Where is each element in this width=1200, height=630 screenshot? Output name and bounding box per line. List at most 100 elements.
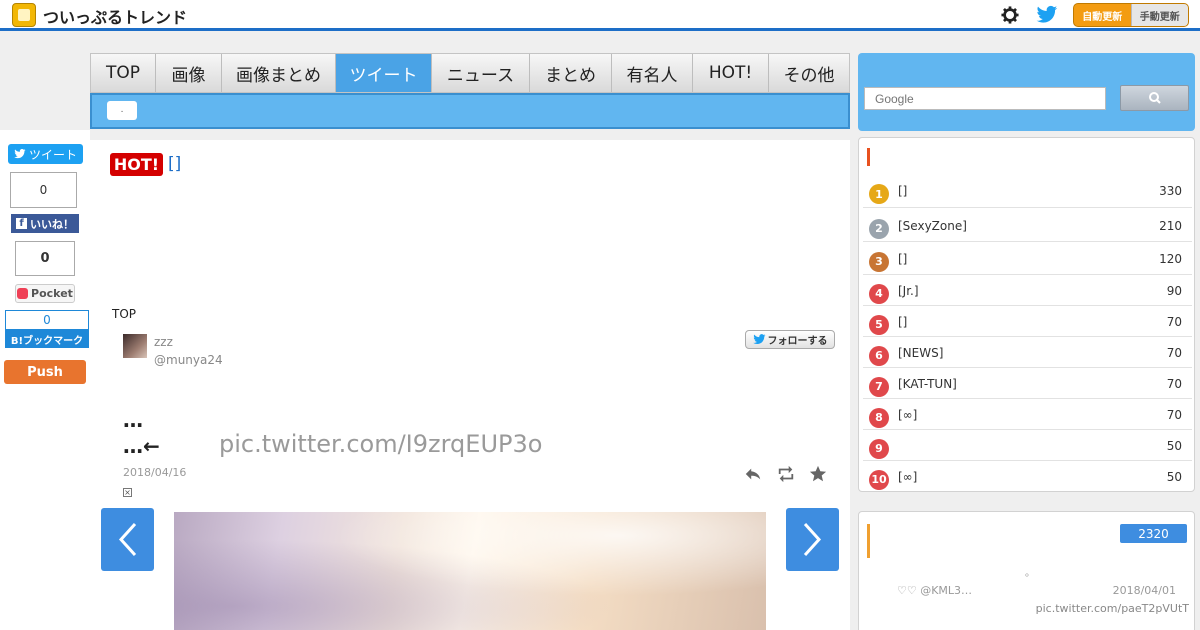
rank-medal-icon: 10 (869, 469, 889, 490)
hatena-bookmark-button[interactable]: B!ブックマーク (5, 330, 89, 348)
rank-medal-icon: 7 (869, 376, 889, 397)
sub-nav: . (90, 93, 850, 129)
ranking-row[interactable]: 7 [KAT-TUN] 70 (863, 368, 1192, 399)
count-badge[interactable]: 2320 (1120, 524, 1187, 543)
tweet-user-name[interactable]: zzz (154, 335, 173, 349)
rank-medal-icon: 2 (869, 218, 889, 239)
sub-nav-item[interactable]: . (107, 101, 137, 120)
rank-name[interactable]: [] (898, 252, 907, 266)
rank-count: 120 (1159, 251, 1182, 266)
top-bar: ついっぷるトレンド 自動更新 手動更新 (0, 0, 1200, 31)
twitter-bird-icon (14, 149, 26, 159)
favorite-star-icon[interactable] (809, 465, 827, 483)
search-panel (858, 53, 1195, 131)
reply-icon[interactable] (744, 465, 762, 483)
tweet-text-line: …← (123, 434, 160, 458)
hatena-count: 0 (5, 310, 89, 330)
ranking-row[interactable]: 1 [] 330 (863, 174, 1192, 208)
ranking-header-bar (867, 148, 870, 166)
auto-update-button[interactable]: 自動更新 (1074, 4, 1131, 26)
rank-medal-icon: 1 (869, 184, 889, 204)
ranking-row[interactable]: 5 [] 70 (863, 306, 1192, 337)
tab-other[interactable]: その他 (769, 54, 849, 92)
ranking-row[interactable]: 3 [] 120 (863, 242, 1192, 275)
tweet-share-label: ツイート (28, 147, 77, 162)
search-button[interactable] (1120, 85, 1189, 111)
ranking-row[interactable]: 9 50 (863, 430, 1192, 461)
pocket-button[interactable]: Pocket (15, 284, 75, 303)
breadcrumb[interactable]: TOP (112, 307, 136, 321)
manual-update-button[interactable]: 手動更新 (1130, 4, 1188, 26)
site-logo-icon[interactable] (12, 3, 36, 27)
chevron-left-icon (118, 522, 137, 557)
panel-user[interactable]: ♡♡ @KML3… (897, 584, 972, 597)
rank-name[interactable]: [∞] (898, 470, 917, 484)
rank-medal-icon: 3 (869, 251, 889, 272)
panel-text: 。 (1025, 568, 1035, 579)
follow-button[interactable]: フォローする (745, 330, 835, 349)
push-button[interactable]: Push (4, 360, 86, 384)
rank-name[interactable]: [SexyZone] (898, 219, 967, 233)
featured-tweet-panel: 2320 。 ♡♡ @KML3… 2018/04/01 pic.twitter.… (858, 511, 1195, 630)
tweet-count: 0 (10, 172, 77, 208)
tab-matome[interactable]: まとめ (530, 54, 612, 92)
tweet-photo[interactable] (174, 512, 766, 630)
ranking-row[interactable]: 2 [SexyZone] 210 (863, 209, 1192, 242)
rank-medal-icon: 4 (869, 283, 889, 304)
rank-medal-icon: 9 (869, 438, 889, 459)
tweet-text-line: … (123, 408, 143, 432)
tweet-date[interactable]: 2018/04/16 (123, 466, 186, 479)
facebook-like-button[interactable]: f いいね！ (11, 214, 79, 233)
tab-tweets[interactable]: ツイート (336, 54, 432, 92)
tab-images[interactable]: 画像 (156, 54, 222, 92)
ranking-row[interactable]: 10 [∞] 50 (863, 461, 1192, 492)
search-icon (1149, 92, 1161, 104)
tab-image-matome[interactable]: 画像まとめ (222, 54, 336, 92)
rank-count: 70 (1166, 376, 1182, 391)
rank-count: 70 (1166, 407, 1182, 422)
rank-medal-icon: 6 (869, 345, 889, 366)
next-arrow-button[interactable] (786, 508, 839, 571)
twitter-bird-icon (752, 334, 766, 344)
rank-name[interactable]: [] (898, 315, 907, 329)
rank-count: 70 (1166, 345, 1182, 360)
gear-icon[interactable] (1001, 6, 1019, 24)
rank-count: 70 (1166, 314, 1182, 329)
facebook-icon: f (16, 218, 27, 229)
tab-news[interactable]: ニュース (432, 54, 530, 92)
rank-name[interactable]: [KAT-TUN] (898, 377, 957, 391)
tweet-pic-link[interactable]: pic.twitter.com/I9zrqEUP3o (219, 430, 542, 458)
rank-name[interactable]: [∞] (898, 408, 917, 422)
article-title[interactable]: [] (168, 154, 181, 174)
rank-name[interactable]: [NEWS] (898, 346, 943, 360)
rank-medal-icon: 8 (869, 407, 889, 428)
pocket-icon (17, 288, 29, 299)
rank-count: 50 (1166, 469, 1182, 484)
ranking-row[interactable]: 6 [NEWS] 70 (863, 337, 1192, 368)
tab-hot[interactable]: HOT! (693, 54, 769, 92)
rank-count: 210 (1159, 218, 1182, 233)
search-input[interactable] (864, 87, 1106, 110)
site-title[interactable]: ついっぷるトレンド (43, 4, 187, 28)
ranking-row[interactable]: 8 [∞] 70 (863, 399, 1192, 430)
share-column: ツイート 0 f いいね！ 0 Pocket 0 B!ブックマーク Push (0, 130, 90, 630)
avatar[interactable] (123, 334, 147, 358)
ranking-row[interactable]: 4 [Jr.] 90 (863, 275, 1192, 306)
tweet-user-handle[interactable]: @munya24 (154, 353, 223, 367)
tab-top[interactable]: TOP (91, 54, 156, 92)
panel-date: 2018/04/01 (1112, 584, 1176, 597)
rank-name[interactable]: [Jr.] (898, 284, 919, 298)
retweet-icon[interactable] (777, 465, 795, 483)
facebook-like-label: いいね！ (30, 217, 74, 231)
rank-medal-icon: 5 (869, 314, 889, 335)
close-icon[interactable]: × (123, 488, 132, 497)
rank-count: 90 (1166, 283, 1182, 298)
tweet-share-button[interactable]: ツイート (8, 144, 83, 164)
prev-arrow-button[interactable] (101, 508, 154, 571)
panel-pic-link[interactable]: pic.twitter.com/paeT2pVUtT (1036, 602, 1189, 615)
ranking-panel: 1[] 330 2 [SexyZone] 210 3[] 120 4 [Jr.] 90 5[] 70 6… (858, 137, 1195, 492)
follow-label: フォローする (767, 336, 828, 347)
tab-celebrities[interactable]: 有名人 (612, 54, 693, 92)
rank-name[interactable]: [] (898, 184, 907, 198)
twitter-bird-icon[interactable] (1036, 5, 1058, 25)
